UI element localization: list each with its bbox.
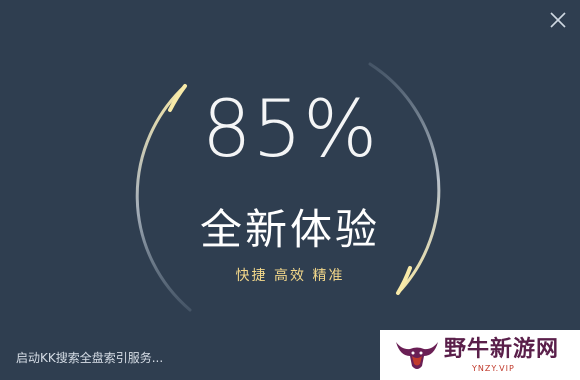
tagline: 快捷 高效 精准 [235,268,345,284]
progress-ring [135,62,441,312]
bison-logo-icon [396,342,438,369]
splash-window: 85% 全新体验 快捷 高效 精准 启动KK搜索全盘索引服务... 野牛新游网 … [0,0,580,380]
watermark: 野牛新游网 YNZY.VIP [380,330,580,380]
status-text: 启动KK搜索全盘索引服务... [16,351,164,365]
watermark-subtitle: YNZY.VIP [472,364,515,373]
close-icon[interactable] [548,10,568,30]
progress-percent: 85% [201,85,379,175]
watermark-title: 野牛新游网 [444,337,560,362]
headline-title: 全新体验 [199,205,380,254]
